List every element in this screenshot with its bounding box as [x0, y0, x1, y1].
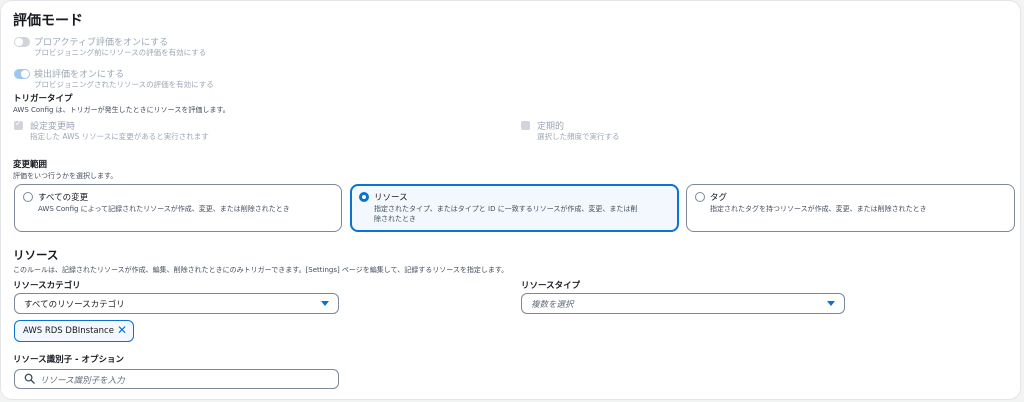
scope-title: 変更範囲 — [13, 160, 48, 170]
resource-category-value: すべてのリソースカテゴリ — [24, 300, 125, 310]
config-change-checkbox[interactable] — [14, 119, 23, 130]
proactive-desc: プロビジョニング前にリソースの評価を有効にする — [34, 48, 207, 57]
radio-all-changes[interactable] — [23, 192, 33, 202]
resource-identifier-label: リソース識別子 - オプション — [13, 355, 125, 365]
token-label: AWS RDS DBInstance — [23, 326, 114, 336]
scope-option-desc: 指定されたタグを持つリソースが作成、変更、または削除されたとき — [710, 205, 927, 213]
scope-option-all-changes[interactable]: すべての変更 AWS Config によって記録されたリソースが作成、変更、また… — [14, 184, 342, 232]
close-icon[interactable]: ✕ — [117, 323, 127, 337]
evaluation-mode-panel: 評価モード プロアクティブ評価をオンにする プロビジョニング前にリソースの評価を… — [0, 0, 1021, 400]
radio-resources[interactable] — [359, 192, 369, 202]
scope-option-label: タグ — [710, 193, 728, 203]
resources-heading: リソース — [13, 248, 59, 262]
resource-identifier-placeholder: リソース識別子を入力 — [40, 376, 125, 386]
scope-option-desc: AWS Config によって記録されたリソースが作成、変更、または削除されたと… — [38, 205, 290, 213]
caret-down-icon — [321, 301, 329, 306]
scope-option-desc: 指定されたタイプ、またはタイプと ID に一致するリソースが作成、変更、または削… — [374, 205, 638, 223]
resource-category-label: リソースカテゴリ — [13, 281, 81, 291]
selected-resource-token: AWS RDS DBInstance ✕ — [14, 320, 134, 342]
scope-desc: 評価をいつ行うかを選択します。 — [13, 172, 118, 180]
scope-option-resources[interactable]: リソース 指定されたタイプ、またはタイプと ID に一致するリソースが作成、変更… — [350, 184, 679, 232]
scope-option-tags[interactable]: タグ 指定されたタグを持つリソースが作成、変更、または削除されたとき — [686, 184, 1015, 232]
scope-option-label: すべての変更 — [38, 193, 89, 203]
resources-desc: このルールは、記録されたリソースが作成、編集、削除されたときにのみトリガーできま… — [13, 266, 509, 274]
periodic-checkbox[interactable] — [521, 121, 530, 130]
detective-toggle[interactable] — [14, 69, 30, 79]
trigger-type-desc: AWS Config は、トリガーが発生したときにリソースを評価します。 — [13, 106, 230, 114]
proactive-toggle[interactable] — [14, 37, 30, 47]
detective-desc: プロビジョニングされたリソースの評価を有効にする — [34, 80, 214, 89]
resource-category-select[interactable]: すべてのリソースカテゴリ — [14, 293, 339, 314]
trigger-type-title: トリガータイプ — [13, 94, 73, 104]
periodic-desc: 選択した頻度で実行する — [537, 132, 620, 141]
radio-tags[interactable] — [695, 192, 705, 202]
resource-identifier-input[interactable]: リソース識別子を入力 — [14, 369, 339, 389]
search-icon — [24, 373, 35, 384]
page-title: 評価モード — [13, 13, 83, 29]
scope-option-label: リソース — [374, 193, 408, 203]
resource-type-placeholder: 複数を選択 — [531, 300, 574, 310]
resource-type-select[interactable]: 複数を選択 — [521, 293, 845, 314]
config-change-desc: 指定した AWS リソースに変更があると実行されます — [30, 132, 209, 141]
caret-down-icon — [827, 301, 835, 306]
resource-type-label: リソースタイプ — [521, 281, 581, 291]
